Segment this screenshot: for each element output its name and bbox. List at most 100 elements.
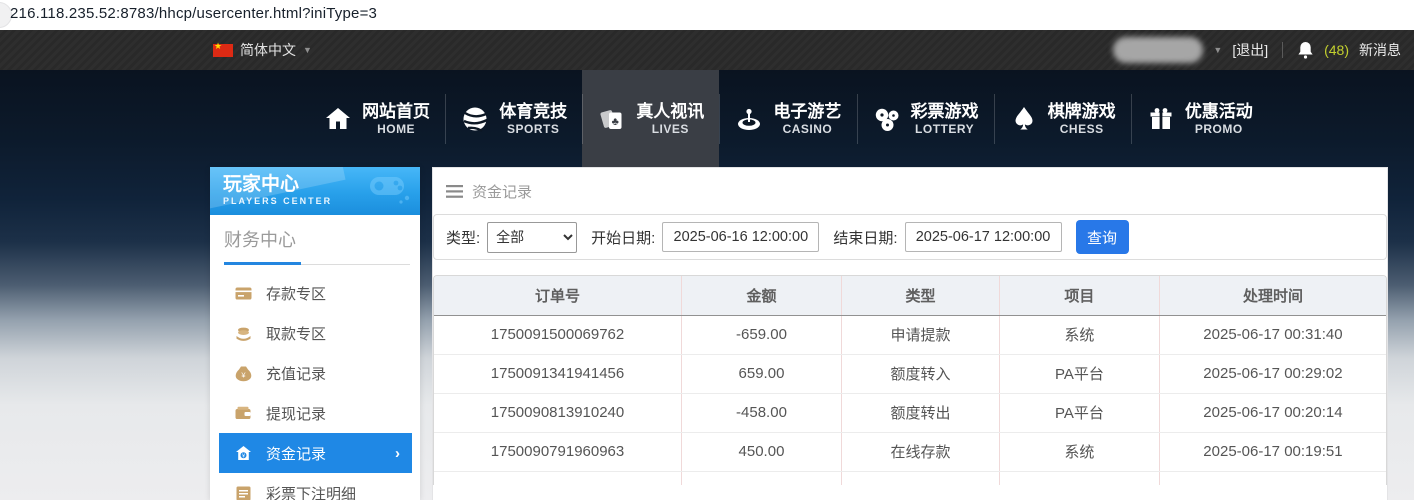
cell-project: 系统 (999, 315, 1159, 354)
cell-order-no: 1750091341941456 (434, 354, 682, 393)
main-panel: 资金记录 类型: 全部 开始日期: 结束日期: 查询 订单号 (432, 167, 1388, 500)
cell-time: 2025-06-17 00:19:51 (1159, 432, 1386, 471)
nav-label-en: SPORTS (499, 122, 567, 137)
breadcrumb: 资金记录 (433, 168, 1387, 214)
table-row-partial (434, 471, 1386, 485)
sidebar-title: 玩家中心 (223, 173, 420, 196)
message-count[interactable]: (48) (1324, 42, 1349, 58)
table-header-row: 订单号 金额 类型 项目 处理时间 (434, 276, 1386, 315)
sidebar-item-withdraw-zone[interactable]: 取款专区 (210, 313, 420, 353)
cell-amount: 659.00 (682, 354, 842, 393)
col-header-project: 项目 (999, 276, 1159, 315)
nav-label-zh: 彩票游戏 (911, 101, 979, 122)
cell-type: 申请提款 (841, 315, 999, 354)
chevron-down-icon[interactable]: ▼ (1213, 45, 1222, 55)
sidebar-player-center: 玩家中心 PLAYERS CENTER 财务中心 存款专区 (210, 167, 420, 500)
cell-order-no: 1750090791960963 (434, 432, 682, 471)
nav-label-zh: 优惠活动 (1185, 101, 1253, 122)
china-flag-icon: ★ (213, 44, 233, 57)
hand-coins-icon (234, 324, 253, 343)
table-row: 1750091500069762 -659.00 申请提款 系统 2025-06… (434, 315, 1386, 354)
sidebar-item-deposit-zone[interactable]: 存款专区 (210, 273, 420, 313)
cell-type: 额度转入 (841, 354, 999, 393)
divider (1282, 42, 1283, 58)
section-divider (224, 262, 410, 265)
logout-link[interactable]: [退出] (1232, 40, 1268, 60)
start-date-input[interactable] (662, 222, 819, 252)
col-header-amount: 金额 (682, 276, 842, 315)
page-url[interactable]: 216.118.235.52:8783/hhcp/usercenter.html… (10, 5, 377, 22)
nav-item-promo[interactable]: 优惠活动 PROMO (1131, 70, 1268, 168)
cell-amount: 450.00 (682, 432, 842, 471)
browser-url-bar: 216.118.235.52:8783/hhcp/usercenter.html… (0, 0, 1414, 30)
filter-bar: 类型: 全部 开始日期: 结束日期: 查询 (433, 214, 1387, 260)
bank-coin-icon: ¥ (234, 444, 253, 463)
deposit-card-icon (234, 284, 253, 303)
bell-icon[interactable] (1297, 41, 1314, 59)
nav-item-sports[interactable]: 体育竞技 SPORTS (445, 70, 582, 168)
nav-item-home[interactable]: 网站首页 HOME (308, 70, 445, 168)
sidebar-item-label: 彩票下注明细 (266, 483, 356, 500)
gift-icon (1146, 104, 1176, 134)
sidebar-item-label: 资金记录 (266, 443, 326, 464)
spade-icon (1009, 104, 1039, 134)
table-row: 1750090813910240 -458.00 额度转出 PA平台 2025-… (434, 393, 1386, 432)
type-label: 类型: (446, 227, 480, 248)
list-icon (234, 484, 253, 500)
home-icon (323, 104, 353, 134)
sports-ball-icon (460, 104, 490, 134)
sidebar-item-recharge-records[interactable]: ¥ 充值记录 (210, 353, 420, 393)
nav-label-zh: 真人视讯 (636, 101, 704, 122)
sidebar-item-lottery-bet-details[interactable]: 彩票下注明细 (210, 473, 420, 500)
lottery-balls-icon (872, 104, 902, 134)
page: 216.118.235.52:8783/hhcp/usercenter.html… (0, 0, 1414, 500)
table-row: 1750090791960963 450.00 在线存款 系统 2025-06-… (434, 432, 1386, 471)
cell-type: 额度转出 (841, 393, 999, 432)
cell-time: 2025-06-17 00:20:14 (1159, 393, 1386, 432)
language-selector[interactable]: ★ 简体中文 ▼ (213, 30, 312, 70)
cell-amount: -458.00 (682, 393, 842, 432)
breadcrumb-title: 资金记录 (472, 181, 532, 202)
nav-item-casino[interactable]: 电子游艺 CASINO (719, 70, 856, 168)
cell-amount: -659.00 (682, 315, 842, 354)
sidebar-item-withdrawal-records[interactable]: 提现记录 (210, 393, 420, 433)
cell-project: PA平台 (999, 354, 1159, 393)
playing-cards-icon: ♣ (597, 104, 627, 134)
col-header-order-no: 订单号 (434, 276, 682, 315)
username-redacted[interactable] (1113, 37, 1203, 63)
search-button[interactable]: 查询 (1076, 220, 1129, 254)
nav-label-en: PROMO (1185, 122, 1253, 137)
sidebar-item-label: 充值记录 (266, 363, 326, 384)
end-date-input[interactable] (905, 222, 1062, 252)
nav-label-zh: 网站首页 (362, 101, 430, 122)
col-header-type: 类型 (841, 276, 999, 315)
nav-item-lives[interactable]: ♣ 真人视讯 LIVES (582, 70, 719, 168)
sidebar-item-funds-records[interactable]: ¥ 资金记录 › (219, 433, 412, 473)
nav-item-chess[interactable]: 棋牌游戏 CHESS (994, 70, 1131, 168)
money-bag-icon: ¥ (234, 364, 253, 383)
sidebar-header: 玩家中心 PLAYERS CENTER (210, 167, 420, 215)
cell-project: PA平台 (999, 393, 1159, 432)
top-bar: ★ 简体中文 ▼ ▼ [退出] (48) 新消息 (0, 30, 1414, 70)
start-date-label: 开始日期: (591, 227, 655, 248)
type-select[interactable]: 全部 (487, 222, 577, 253)
nav-label-en: CASINO (773, 122, 841, 137)
cell-order-no: 1750091500069762 (434, 315, 682, 354)
nav-item-lottery[interactable]: 彩票游戏 LOTTERY (857, 70, 994, 168)
nav-label-en: HOME (362, 122, 430, 137)
nav-label-en: CHESS (1048, 122, 1116, 137)
chevron-down-icon: ▼ (303, 45, 312, 55)
main-nav: 网站首页 HOME 体育竞技 SPORTS ♣ 真人视讯 LIVES (308, 70, 1268, 168)
end-date-label: 结束日期: (833, 227, 897, 248)
sidebar-item-label: 提现记录 (266, 403, 326, 424)
col-header-time: 处理时间 (1159, 276, 1386, 315)
svg-text:♣: ♣ (612, 116, 619, 128)
menu-lines-icon (446, 185, 463, 198)
nav-label-zh: 电子游艺 (773, 101, 841, 122)
table-row: 1750091341941456 659.00 额度转入 PA平台 2025-0… (434, 354, 1386, 393)
new-messages-link[interactable]: 新消息 (1359, 40, 1401, 60)
cell-order-no: 1750090813910240 (434, 393, 682, 432)
nav-label-en: LIVES (636, 122, 704, 137)
cell-project: 系统 (999, 432, 1159, 471)
cell-type: 在线存款 (841, 432, 999, 471)
